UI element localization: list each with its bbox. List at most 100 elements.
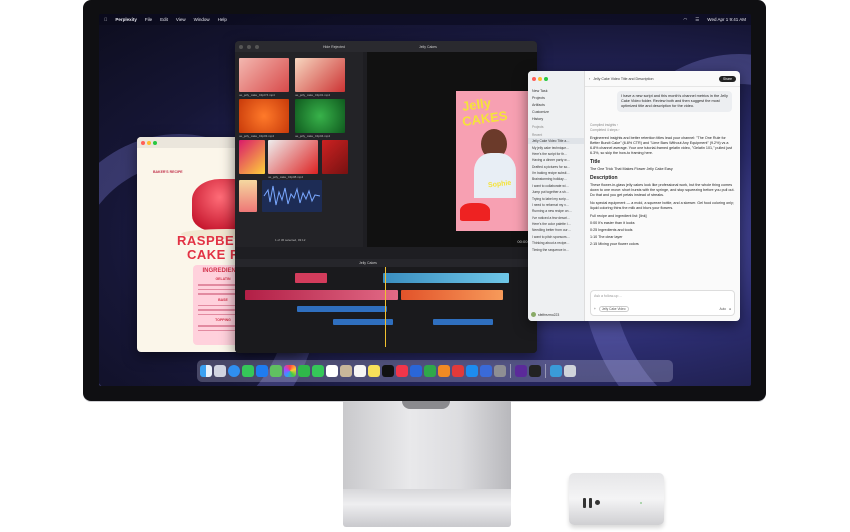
timeline-clip[interactable] [295, 273, 327, 283]
music-icon[interactable] [396, 365, 408, 377]
hide-rejected-filter[interactable]: Hide Rejected [323, 45, 345, 49]
menu-view[interactable]: View [176, 17, 186, 22]
final-cut-pro-window[interactable]: Hide Rejected Jelly Cakes ue_jelly_cake_… [235, 41, 537, 353]
clip-thumbnail[interactable] [239, 99, 289, 133]
clip-thumbnail[interactable] [239, 58, 289, 92]
fcp-timeline[interactable]: Jelly Cakes [235, 259, 537, 353]
final-cut-pro-icon[interactable] [515, 365, 527, 377]
desktop-screen:  Perplexity File Edit View Window Help … [99, 14, 751, 386]
description-text: These flower-in-glass jelly cakes look l… [590, 183, 735, 197]
wifi-icon[interactable]: ◠ [683, 17, 687, 23]
chat-header: ‹ Jelly Cake Video Title and Description… [585, 71, 740, 87]
settings-icon[interactable] [494, 365, 506, 377]
control-center-icon[interactable]: ☰ [695, 17, 699, 23]
display-stand-foot [343, 489, 511, 527]
close-icon[interactable] [532, 77, 536, 81]
recent-item[interactable]: Timing the sequence in… [528, 246, 584, 252]
audio-clip[interactable] [297, 306, 387, 312]
facetime-icon[interactable] [298, 365, 310, 377]
photos-icon[interactable] [284, 365, 296, 377]
clip-thumbnail[interactable] [239, 180, 257, 212]
timeline-clip[interactable] [383, 273, 509, 283]
chat-sidebar: New Task Projects Artifacts Customize Hi… [528, 71, 585, 321]
reminders-icon[interactable] [354, 365, 366, 377]
pages-icon[interactable] [438, 365, 450, 377]
studio-display:  Perplexity File Edit View Window Help … [83, 0, 766, 401]
menu-help[interactable]: Help [218, 17, 227, 22]
minimize-icon[interactable] [147, 140, 151, 145]
clip-thumbnail[interactable] [268, 140, 318, 174]
sidebar-item-customize[interactable]: Customize [528, 108, 584, 115]
sidebar-item-history[interactable]: History [528, 115, 584, 122]
chat-composer[interactable]: Ask a follow-up… + Jelly Cake Video Auto… [590, 290, 735, 316]
tv-icon[interactable] [382, 365, 394, 377]
perplexity-icon[interactable] [529, 365, 541, 377]
calendar-icon[interactable] [326, 365, 338, 377]
app-store-icon[interactable] [466, 365, 478, 377]
share-button[interactable]: Share [718, 75, 736, 82]
tasks-icon[interactable] [452, 365, 464, 377]
user-profile[interactable]: sfelfrezmo223 [531, 312, 559, 317]
menu-file[interactable]: File [145, 17, 152, 22]
back-icon[interactable]: ‹ [589, 77, 590, 81]
fcp-toolbar: Hide Rejected Jelly Cakes [235, 41, 537, 52]
menu-window[interactable]: Window [194, 17, 210, 22]
browser-summary: 1 of 36 selected, 03:12 [275, 238, 306, 242]
app-menu[interactable]: Perplexity [115, 17, 137, 22]
description-heading: Description [590, 175, 618, 181]
clip-label: ue_jelly_cake_Clip04.mp4 [295, 134, 331, 138]
trash-icon[interactable] [564, 365, 576, 377]
model-selector[interactable]: Auto [720, 307, 727, 311]
preview-icon[interactable] [480, 365, 492, 377]
contacts-icon[interactable] [340, 365, 352, 377]
zoom-icon[interactable] [544, 77, 548, 81]
sidebar-item-projects[interactable]: Projects [528, 94, 584, 101]
stand-hinge [402, 401, 450, 409]
keynote-icon[interactable] [410, 365, 422, 377]
add-icon[interactable]: + [594, 307, 596, 311]
clip-label: ue_jelly_cake_Clip01.mp4 [295, 93, 331, 97]
messages-icon[interactable] [242, 365, 254, 377]
apple-menu-icon[interactable]:  [104, 17, 107, 22]
clip-thumbnail[interactable] [295, 99, 345, 133]
audio-clip[interactable] [333, 319, 393, 325]
clip-thumbnail[interactable] [239, 140, 265, 174]
chapter-line: 0:00 It's easier than it looks [590, 221, 635, 225]
finder-icon[interactable] [200, 365, 212, 377]
clip-thumbnail[interactable] [295, 58, 345, 92]
assistant-chat-window[interactable]: New Task Projects Artifacts Customize Hi… [528, 71, 740, 321]
sidebar-item-artifacts[interactable]: Artifacts [528, 101, 584, 108]
downloads-folder-icon[interactable] [550, 365, 562, 377]
title-heading: Title [590, 159, 601, 165]
sidebar-item-new-task[interactable]: New Task [528, 87, 584, 94]
phone-icon[interactable] [312, 365, 324, 377]
assistant-response: Compiled insights › Completed 4 steps › … [590, 123, 735, 247]
waveform-icon [263, 185, 321, 206]
audio-waveform-thumbnail[interactable] [262, 180, 322, 212]
zoom-icon[interactable] [153, 140, 157, 145]
menubar-clock[interactable]: Wed Apr 1 9:41 AM [707, 17, 746, 22]
notes-icon[interactable] [368, 365, 380, 377]
timeline-clip[interactable] [401, 290, 503, 300]
maps-icon[interactable] [270, 365, 282, 377]
step-completed[interactable]: Completed 4 steps › [590, 128, 735, 133]
clip-thumbnail[interactable] [322, 140, 348, 174]
mic-icon[interactable]: ● [729, 307, 731, 311]
menu-edit[interactable]: Edit [160, 17, 168, 22]
clip-label: ue_jelly_cake_Clip08.mp4 [268, 175, 304, 179]
playhead[interactable] [385, 267, 386, 347]
safari-icon[interactable] [228, 365, 240, 377]
close-icon[interactable] [141, 140, 145, 145]
composer-input[interactable]: Ask a follow-up… [594, 294, 731, 298]
folder-chip[interactable]: Jelly Cake Video [598, 306, 629, 312]
user-message: I have a new script and this month's cha… [617, 91, 732, 112]
timeline-clip[interactable] [245, 290, 398, 300]
minimize-icon[interactable] [538, 77, 542, 81]
description-text-2: No special equipment — a mold, a squeeze… [590, 201, 734, 210]
mail-icon[interactable] [256, 365, 268, 377]
audio-clip[interactable] [433, 319, 493, 325]
numbers-icon[interactable] [424, 365, 436, 377]
launchpad-icon[interactable] [214, 365, 226, 377]
composer-toolbar: + Jelly Cake Video Auto ● [594, 306, 731, 312]
usb-c-port [589, 498, 592, 508]
